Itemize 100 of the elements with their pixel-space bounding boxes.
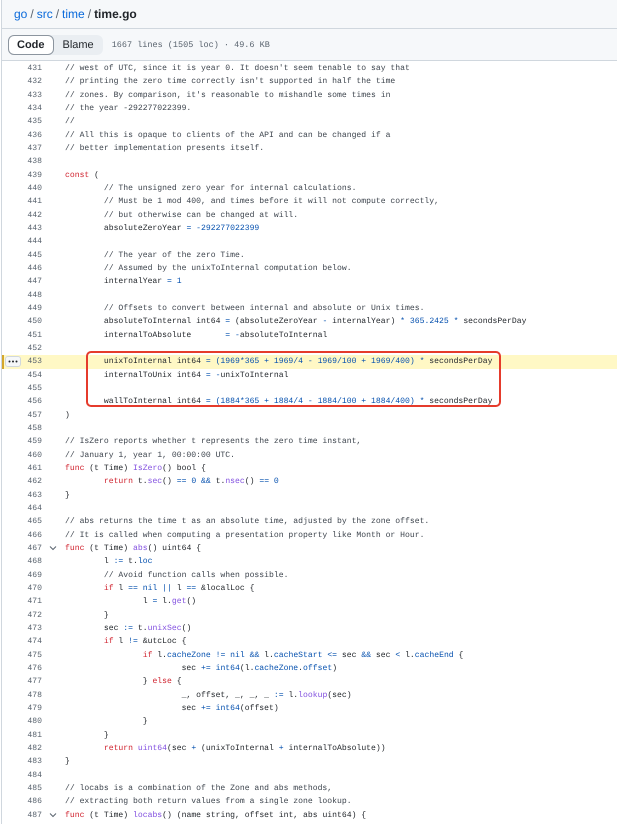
code-line: // but otherwise can be changed at will. (102, 210, 298, 220)
code-line: // The year of the zero Time. (102, 250, 245, 260)
path-separator: / (88, 7, 92, 21)
fold-toggle[interactable] (48, 810, 57, 820)
breadcrumb-link[interactable]: time.go (94, 7, 137, 21)
line-number: 443 (26, 224, 42, 234)
code-line: ) (65, 410, 70, 420)
code-line: // locabs is a combination of the Zone and abs methods, (65, 784, 332, 793)
code-line: // abs returns the time t as an absolute time, adjusted by the zone offset. (65, 517, 430, 526)
line-number: 477 (26, 677, 42, 686)
line-number: 461 (26, 464, 42, 473)
line-number: 445 (26, 250, 42, 260)
line-number: 474 (26, 637, 42, 646)
line-number: 485 (26, 784, 42, 793)
line-number: 468 (26, 557, 42, 566)
code-line: // (65, 117, 75, 126)
line-number: 440 (26, 184, 42, 194)
path-separator: / (56, 7, 60, 21)
code-line: // Must be 1 mod 400, and times before it will not compute correctly, (102, 197, 439, 206)
code-line: // All this is opaque to clients of the API and can be changed if a (65, 130, 390, 140)
code-line: func (t Time) abs() uint64 { (65, 544, 202, 553)
line-number: 455 (26, 384, 42, 394)
line-number: 436 (26, 130, 42, 140)
code-line: } (65, 490, 70, 500)
line-number: 466 (26, 530, 42, 540)
line-number: 473 (26, 624, 42, 633)
view-tab[interactable]: Code (8, 34, 54, 54)
line-number: 481 (26, 730, 42, 740)
line-number: 435 (26, 117, 42, 126)
code-line: unixToInternal int64 = (1969*365 + 1969/4 - 1969/100 + 1969/400) * secondsPerDay (102, 357, 492, 366)
breadcrumb-link[interactable]: time (62, 7, 85, 21)
code-line: const ( (65, 170, 100, 180)
code-line: // Avoid function calls when possible. (102, 570, 288, 580)
line-number: 467 (26, 544, 42, 553)
line-number: 433 (26, 90, 42, 100)
fold-toggle[interactable] (48, 544, 57, 553)
code-line: sec += int64(l.cacheZone.offset) (180, 664, 338, 673)
line-number: 463 (26, 490, 42, 500)
code-line: internalToAbsolute = -absoluteToInternal (102, 330, 328, 340)
line-options-button[interactable] (5, 356, 21, 368)
line-number: 480 (26, 717, 42, 726)
line-number: 439 (26, 170, 42, 180)
code-line: return uint64(sec + (unixToInternal + internalToAbsolute)) (102, 744, 386, 753)
line-number: 453 (26, 357, 42, 366)
line-number: 438 (26, 157, 42, 166)
code-line: if l != &utcLoc { (102, 637, 186, 646)
line-number: 457 (26, 410, 42, 420)
line-number: 451 (26, 330, 42, 340)
line-number: 469 (26, 570, 42, 580)
code-line: func (t Time) locabs() (name string, offset int, abs uint64) { (65, 810, 366, 820)
line-number: 449 (26, 304, 42, 314)
line-number: 432 (26, 77, 42, 86)
line-number: 484 (26, 770, 42, 780)
code-line: // the year -292277022399. (65, 104, 192, 114)
code-line: _, offset, _, _, _ := l.lookup(sec) (180, 690, 352, 700)
line-number: 465 (26, 517, 42, 526)
code-line: wallToInternal int64 = (1884*365 + 1884/4 - 1884/100 + 1884/400) * secondsPerDay (102, 397, 492, 406)
code-line: if l == nil || l == &localLoc { (102, 584, 254, 593)
code-line: } (102, 610, 109, 620)
code-line: sec += int64(offset) (180, 704, 279, 713)
line-number: 437 (26, 144, 42, 154)
code-line: sec := t.unixSec() (102, 624, 192, 633)
line-number: 450 (26, 317, 42, 326)
line-number: 434 (26, 104, 42, 114)
code-line: l = l.get() (142, 597, 196, 606)
line-number: 471 (26, 597, 42, 606)
code-line: // zones. By comparison, it's reasonable to mishandle some times in (65, 90, 390, 100)
line-number: 470 (26, 584, 42, 593)
code-line: // Offsets to convert between internal and absolute or Unix times. (102, 304, 424, 314)
breadcrumb-link[interactable]: go (14, 7, 28, 21)
line-number: 452 (26, 344, 42, 354)
line-number: 441 (26, 197, 42, 206)
code-line: // better implementation presents itself. (65, 144, 264, 154)
code-line: internalYear = 1 (102, 277, 182, 286)
code-line: absoluteZeroYear = -292277022399 (102, 224, 260, 234)
line-number: 464 (26, 504, 42, 513)
view-tab[interactable]: Blame (54, 34, 103, 54)
code-line: // extracting both return values from a single zone lookup. (65, 797, 352, 806)
line-number: 479 (26, 704, 42, 713)
code-line: // Assumed by the unixToInternal computation below. (102, 264, 352, 274)
code-line: // printing the zero time correctly isn't supported in half the time (65, 77, 396, 86)
line-number: 446 (26, 264, 42, 274)
more-icon (8, 360, 18, 364)
breadcrumb-link[interactable]: src (36, 7, 53, 21)
code-line: } else { (142, 677, 182, 686)
line-number: 442 (26, 210, 42, 220)
line-number: 459 (26, 437, 42, 446)
code-line: if l.cacheZone != nil && l.cacheStart <= sec && sec < l.cacheEnd { (142, 650, 464, 660)
line-number: 454 (26, 370, 42, 380)
path-separator: / (30, 7, 34, 21)
line-number: 431 (26, 64, 42, 74)
line-number: 486 (26, 797, 42, 806)
code-line: // The unsigned zero year for internal calculations. (102, 184, 356, 194)
line-number: 448 (26, 290, 42, 300)
line-number: 460 (26, 450, 42, 460)
file-info: 1667 lines (1505 loc) · 49.6 KB (112, 40, 270, 50)
code-line: func (t Time) IsZero() bool { (65, 464, 206, 473)
chevron-icon (48, 544, 56, 552)
line-number: 476 (26, 664, 42, 673)
line-number: 482 (26, 744, 42, 753)
